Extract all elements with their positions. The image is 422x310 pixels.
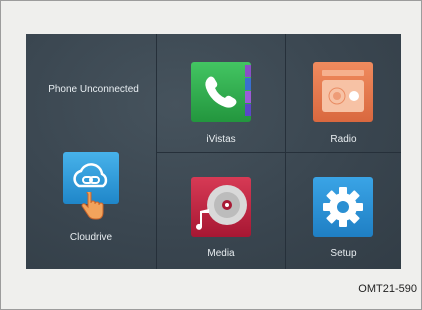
- ivistas-tile[interactable]: iVistas: [157, 34, 285, 152]
- gear-icon: [313, 177, 373, 237]
- radio-icon: [313, 62, 373, 122]
- setup-label: Setup: [330, 248, 357, 259]
- infotainment-home-screen: Phone Unconnected Cloudrive iVistas Radi…: [26, 34, 401, 269]
- hand-pointer-icon: [80, 190, 106, 227]
- cloudrive-label: Cloudrive: [69, 232, 113, 243]
- media-label: Media: [207, 248, 235, 259]
- radio-label: Radio: [330, 134, 357, 145]
- phone-handset-icon: [191, 62, 251, 122]
- phone-status-text: Phone Unconnected: [48, 84, 139, 95]
- ivistas-label: iVistas: [206, 134, 236, 145]
- setup-tile[interactable]: Setup: [286, 153, 401, 269]
- figure-code: OMT21-590: [358, 283, 417, 295]
- figure-frame: Phone Unconnected Cloudrive iVistas Radi…: [0, 0, 422, 310]
- cloudrive-tile[interactable]: Cloudrive: [26, 134, 156, 269]
- media-tile[interactable]: Media: [157, 153, 285, 269]
- radio-tile[interactable]: Radio: [286, 34, 401, 152]
- music-disc-icon: [191, 177, 251, 237]
